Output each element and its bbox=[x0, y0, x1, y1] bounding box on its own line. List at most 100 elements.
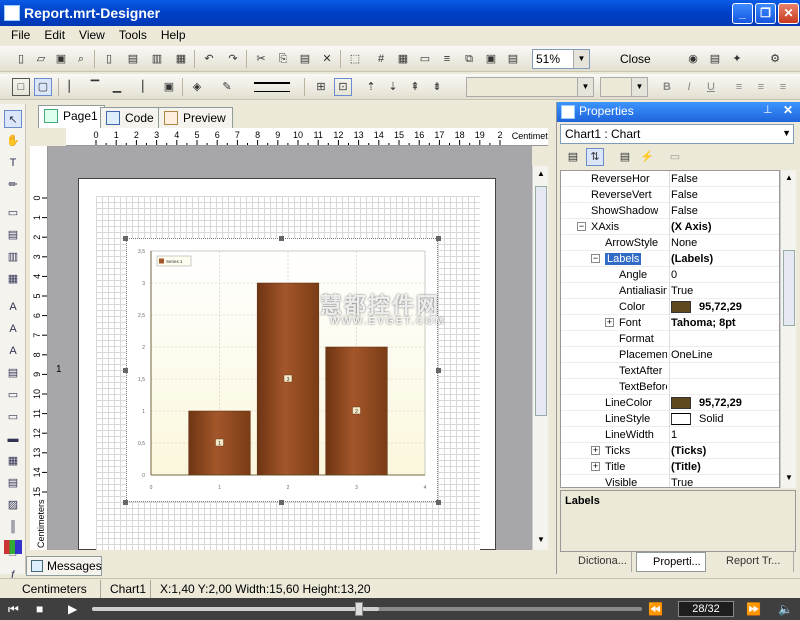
delete-page-icon[interactable]: ▦ bbox=[172, 50, 190, 68]
tab-dictionary[interactable]: Dictiona... bbox=[562, 552, 632, 572]
align-right-text-icon[interactable]: ≡ bbox=[774, 78, 792, 96]
property-value[interactable]: OneLine bbox=[671, 349, 713, 361]
new-form-icon[interactable]: ▤ bbox=[124, 50, 142, 68]
report-icon[interactable]: ▥ bbox=[148, 50, 166, 68]
menu-tools[interactable]: Tools bbox=[112, 28, 154, 42]
resize-handle-bottom-right[interactable] bbox=[436, 500, 441, 505]
status-unit[interactable]: Centimeters bbox=[22, 582, 87, 596]
chevron-down-icon[interactable]: ▼ bbox=[577, 78, 593, 96]
bring-front-icon[interactable]: ⇡ bbox=[362, 78, 380, 96]
property-value[interactable]: (Labels) bbox=[671, 253, 713, 265]
menu-help[interactable]: Help bbox=[154, 28, 193, 42]
property-row-textbefore[interactable]: TextBefore bbox=[561, 379, 779, 395]
border-all-icon[interactable]: ▢ bbox=[34, 78, 52, 96]
property-row-linestyle[interactable]: LineStyle Solid bbox=[561, 411, 779, 427]
chevron-down-icon[interactable]: ▼ bbox=[782, 128, 791, 138]
format-painter-icon[interactable]: ✏ bbox=[4, 176, 22, 194]
resize-handle-top-left[interactable] bbox=[123, 236, 128, 241]
copy-icon[interactable]: ⎘ bbox=[274, 50, 292, 68]
rich-text-icon[interactable]: ▤ bbox=[4, 364, 22, 382]
property-row-linewidth[interactable]: LineWidth 1 bbox=[561, 427, 779, 443]
resize-handle-top[interactable] bbox=[279, 236, 284, 241]
preview-icon[interactable]: ⌕ bbox=[72, 50, 90, 68]
headers-icon[interactable]: ▭ bbox=[416, 50, 434, 68]
panel-icon[interactable]: ▭ bbox=[4, 386, 22, 404]
send-back-icon[interactable]: ⇣ bbox=[384, 78, 402, 96]
delete-icon[interactable]: ✕ bbox=[318, 50, 336, 68]
property-row-color[interactable]: Color 95,72,29 bbox=[561, 299, 779, 315]
property-value[interactable]: (Ticks) bbox=[671, 445, 706, 457]
chart-tool-icon[interactable] bbox=[4, 540, 22, 554]
tab-page1[interactable]: Page1 bbox=[38, 105, 105, 128]
property-value[interactable]: False bbox=[671, 189, 698, 201]
property-row-xaxis[interactable]: − XAxis (X Axis) bbox=[561, 219, 779, 235]
property-grid-scrollbar[interactable]: ▲ ▼ bbox=[780, 170, 796, 488]
property-value[interactable]: Tahoma; 8pt bbox=[671, 317, 736, 329]
volume-icon[interactable]: 🔈 bbox=[778, 602, 793, 616]
style-icon[interactable]: ◉ bbox=[684, 50, 702, 68]
scroll-thumb[interactable] bbox=[783, 250, 795, 326]
move-forward-icon[interactable]: ⇞ bbox=[406, 78, 424, 96]
align-left-text-icon[interactable]: ≡ bbox=[730, 78, 748, 96]
chart-component[interactable]: 0 0,5 1 1,5 2 2,5 3 3,5 0 1 2 3 4 1 3 2 Series 1 bbox=[126, 238, 438, 502]
cross-tab-icon[interactable]: ▤ bbox=[4, 474, 22, 492]
border-left-icon[interactable]: ▏ bbox=[64, 78, 82, 96]
undo-icon[interactable]: ↶ bbox=[200, 50, 218, 68]
dictionary-icon[interactable]: ▤ bbox=[504, 50, 522, 68]
table-icon[interactable]: ▦ bbox=[4, 452, 22, 470]
pin-icon[interactable]: ⊥ bbox=[763, 103, 773, 116]
stop-icon[interactable]: ■ bbox=[36, 602, 43, 616]
align-grid-icon[interactable]: ▦ bbox=[394, 50, 412, 68]
resize-handle-bottom-left[interactable] bbox=[123, 500, 128, 505]
property-value[interactable]: None bbox=[671, 237, 697, 249]
resize-handle-left[interactable] bbox=[123, 368, 128, 373]
property-value[interactable]: (X Axis) bbox=[671, 221, 712, 233]
font-size-combo[interactable]: ▼ bbox=[600, 77, 648, 97]
property-row-showshadow[interactable]: ShowShadow False bbox=[561, 203, 779, 219]
categorized-icon[interactable]: ▤ bbox=[564, 148, 582, 166]
align-center-text-icon[interactable]: ≡ bbox=[752, 78, 770, 96]
property-row-title[interactable]: + Title (Title) bbox=[561, 459, 779, 475]
property-value[interactable]: 95,72,29 bbox=[699, 301, 742, 313]
property-row-arrowstyle[interactable]: ArrowStyle None bbox=[561, 235, 779, 251]
property-value[interactable]: 1 bbox=[671, 429, 677, 441]
scroll-up-icon[interactable]: ▲ bbox=[782, 170, 796, 186]
sort-alphabetical-icon[interactable]: ⇅ bbox=[586, 148, 604, 166]
font-name-combo[interactable]: ▼ bbox=[466, 77, 594, 97]
object-selector[interactable]: Chart1 : Chart ▼ bbox=[560, 124, 794, 144]
property-row-font[interactable]: + Font Tahoma; 8pt bbox=[561, 315, 779, 331]
expand-icon[interactable]: + bbox=[591, 446, 600, 455]
page-icon[interactable]: ▣ bbox=[482, 50, 500, 68]
open-icon[interactable]: ▱ bbox=[32, 50, 50, 68]
close-button[interactable]: Close bbox=[620, 52, 651, 66]
menu-view[interactable]: View bbox=[72, 28, 112, 42]
property-value[interactable]: Solid bbox=[699, 413, 723, 425]
skip-start-icon[interactable]: ⏮ bbox=[8, 602, 19, 617]
pan-hand-icon[interactable]: ✋ bbox=[4, 132, 22, 150]
move-backward-icon[interactable]: ⇟ bbox=[428, 78, 446, 96]
border-right-icon[interactable]: ▕ bbox=[130, 78, 148, 96]
property-pages-icon[interactable]: ▤ bbox=[616, 148, 634, 166]
paste-icon[interactable]: ▤ bbox=[296, 50, 314, 68]
collapse-icon[interactable]: − bbox=[591, 254, 600, 263]
property-row-labels[interactable]: − Labels (Labels) bbox=[561, 251, 779, 267]
scroll-down-icon[interactable]: ▼ bbox=[534, 532, 548, 548]
property-row-ticks[interactable]: + Ticks (Ticks) bbox=[561, 443, 779, 459]
resize-handle-right[interactable] bbox=[436, 368, 441, 373]
border-none-icon[interactable]: □ bbox=[12, 78, 30, 96]
property-row-antialiasing[interactable]: Antialiasing True bbox=[561, 283, 779, 299]
close-window-button[interactable]: ✕ bbox=[778, 3, 799, 24]
resize-handle-bottom[interactable] bbox=[279, 500, 284, 505]
property-value[interactable]: 0 bbox=[671, 269, 677, 281]
menu-edit[interactable]: Edit bbox=[37, 28, 72, 42]
image-icon[interactable]: ▨ bbox=[4, 496, 22, 514]
maximize-button[interactable]: ❐ bbox=[755, 3, 776, 24]
show-grid-icon[interactable]: # bbox=[372, 50, 390, 68]
minimize-button[interactable]: _ bbox=[732, 3, 753, 24]
page-setup-icon[interactable]: ⧉ bbox=[460, 50, 478, 68]
events-icon[interactable]: ⚡ bbox=[638, 148, 656, 166]
new-icon[interactable]: ▯ bbox=[12, 50, 30, 68]
property-value[interactable]: False bbox=[671, 173, 698, 185]
property-row-linecolor[interactable]: LineColor 95,72,29 bbox=[561, 395, 779, 411]
property-row-format[interactable]: Format bbox=[561, 331, 779, 347]
